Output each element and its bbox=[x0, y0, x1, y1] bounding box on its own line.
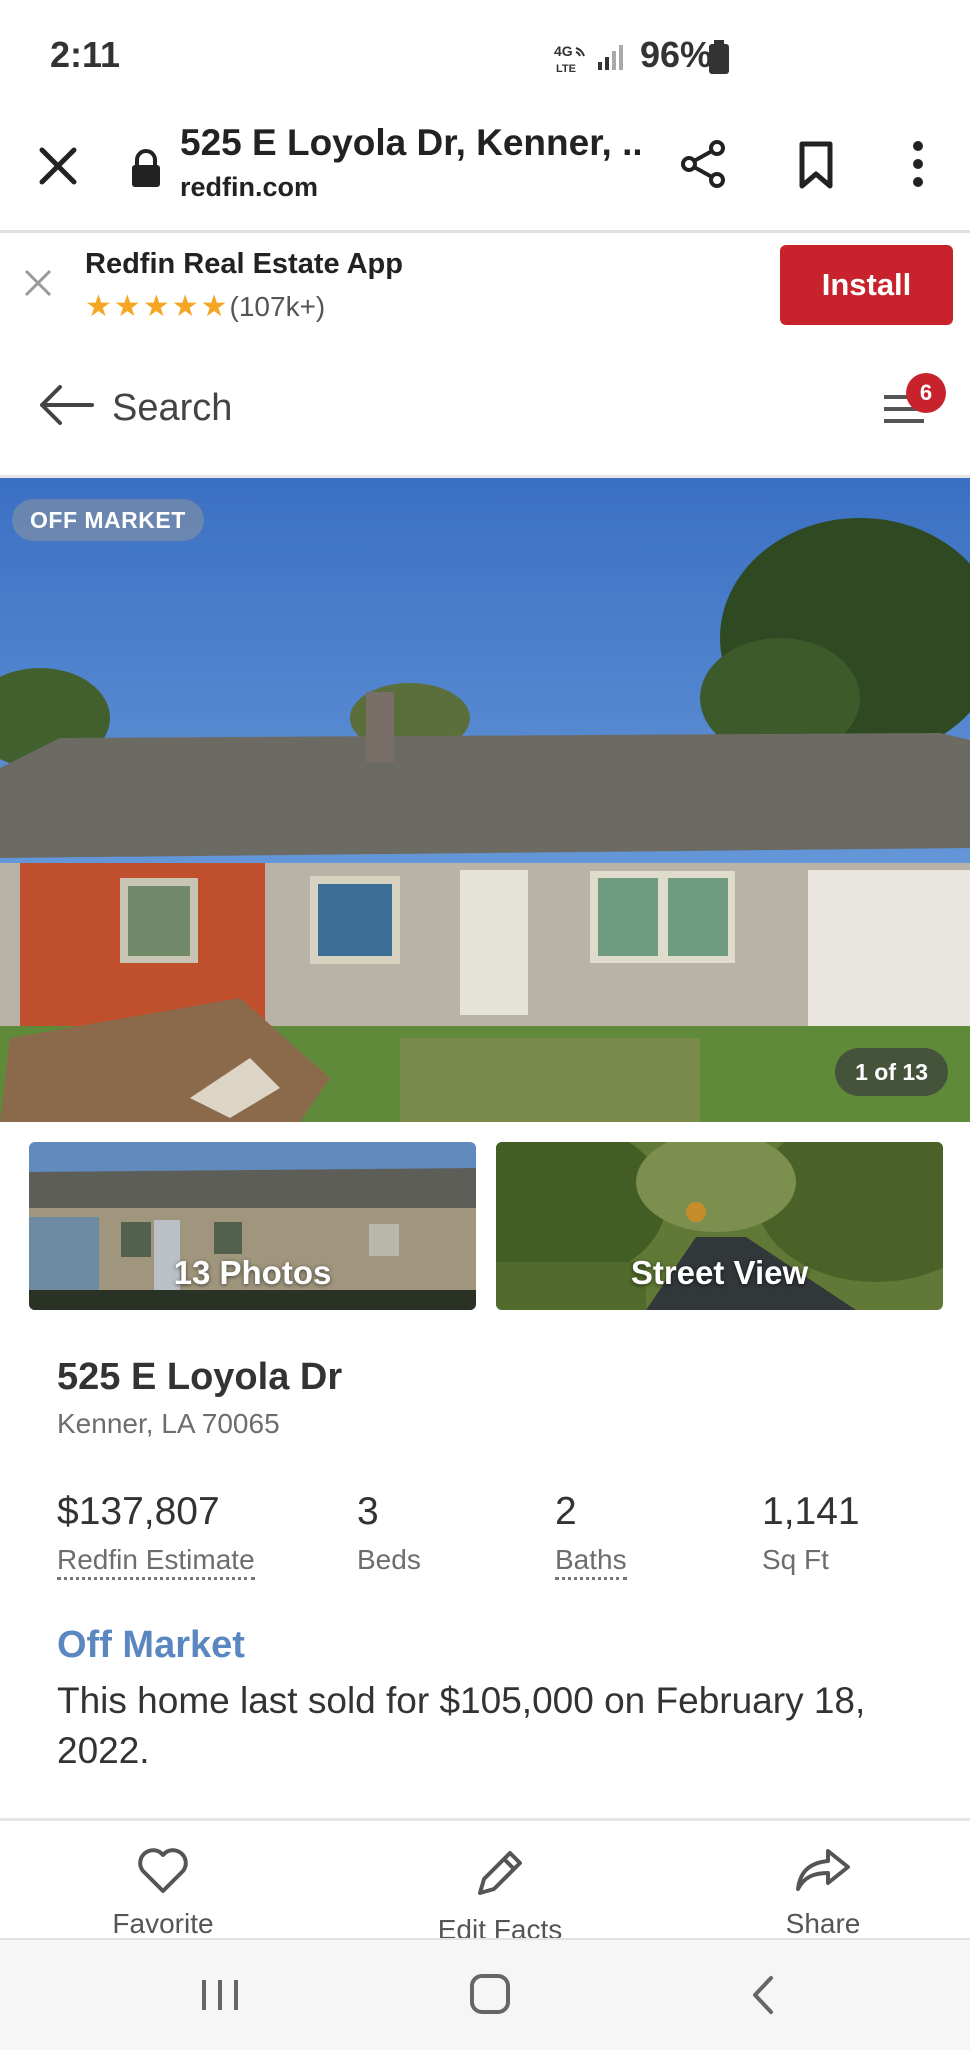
star-icon: ★ bbox=[113, 290, 141, 323]
favorite-button[interactable]: Favorite bbox=[63, 1845, 263, 1940]
browser-toolbar: 525 E Loyola Dr, Kenner, ... redfin.com bbox=[0, 108, 970, 233]
beds-value: 3 bbox=[357, 1490, 379, 1533]
battery-percent: 96% bbox=[640, 34, 713, 75]
app-install-banner: Redfin Real Estate App ★ ★ ★ ★ ★ (107k+)… bbox=[0, 233, 970, 335]
sqft-value: 1,141 bbox=[762, 1490, 860, 1533]
lock-icon bbox=[128, 148, 164, 188]
page-domain[interactable]: redfin.com bbox=[180, 172, 318, 203]
star-icon: ★ bbox=[85, 290, 112, 323]
house-photo bbox=[0, 478, 970, 1122]
listing-status-description: This home last sold for $105,000 on Febr… bbox=[57, 1680, 866, 1771]
search-nav: Search 6 bbox=[0, 345, 970, 478]
more-options-icon[interactable] bbox=[900, 136, 936, 192]
app-rating: ★ ★ ★ ★ ★ (107k+) bbox=[85, 289, 325, 324]
lte-icon: 4G LTE bbox=[552, 42, 590, 81]
photos-thumbnail[interactable]: 13 Photos bbox=[29, 1142, 476, 1310]
install-button[interactable]: Install bbox=[780, 245, 953, 325]
battery-icon bbox=[708, 40, 730, 79]
menu-notification-badge: 6 bbox=[906, 373, 946, 413]
back-arrow-icon[interactable] bbox=[36, 383, 96, 427]
estimate-value: $137,807 bbox=[57, 1490, 220, 1533]
dismiss-banner-icon[interactable] bbox=[20, 265, 56, 301]
baths-value: 2 bbox=[555, 1490, 577, 1533]
signal-icon bbox=[596, 42, 626, 77]
status-time: 2:11 bbox=[50, 34, 121, 75]
action-bar: Favorite Edit Facts Share bbox=[0, 1818, 970, 1941]
baths-label[interactable]: Baths bbox=[555, 1544, 627, 1580]
app-name: Redfin Real Estate App bbox=[85, 248, 403, 280]
property-city: Kenner, LA 70065 bbox=[57, 1408, 280, 1439]
edit-facts-button[interactable]: Edit Facts bbox=[400, 1845, 600, 1941]
recent-apps-icon[interactable] bbox=[190, 1970, 250, 2020]
share-button[interactable]: Share bbox=[723, 1845, 923, 1940]
property-address: 525 E Loyola Dr bbox=[57, 1356, 343, 1398]
estimate-label-text[interactable]: Redfin Estimate bbox=[57, 1544, 255, 1580]
favorite-label: Favorite bbox=[112, 1908, 214, 1939]
listing-status: Off Market bbox=[57, 1624, 245, 1666]
edit-facts-label: Edit Facts bbox=[437, 1914, 563, 1941]
pencil-icon bbox=[478, 1851, 522, 1895]
sqft-label: Sq Ft bbox=[762, 1544, 829, 1575]
hero-photo[interactable]: OFF MARKET 1 of 13 bbox=[0, 478, 970, 1122]
estimate-label[interactable]: Redfin Estimate bbox=[57, 1544, 255, 1580]
heart-icon bbox=[138, 1848, 188, 1893]
bookmark-icon[interactable] bbox=[788, 136, 844, 192]
photo-counter: 1 of 13 bbox=[835, 1048, 948, 1096]
beds-label: Beds bbox=[357, 1544, 421, 1575]
status-bar: 2:11 4G LTE 96% bbox=[0, 0, 970, 108]
star-icon: ★ bbox=[142, 290, 170, 323]
photos-thumbnail-label: 13 Photos bbox=[173, 1254, 332, 1291]
share-icon[interactable] bbox=[675, 136, 731, 192]
search-link[interactable]: Search bbox=[112, 387, 232, 430]
close-icon[interactable] bbox=[30, 138, 86, 194]
home-icon[interactable] bbox=[460, 1970, 520, 2020]
page-title[interactable]: 525 E Loyola Dr, Kenner, ... bbox=[180, 122, 640, 164]
system-nav-bar bbox=[0, 1938, 970, 2050]
system-back-icon[interactable] bbox=[735, 1970, 795, 2020]
star-icon: ★ bbox=[171, 290, 199, 323]
share-arrow-icon bbox=[796, 1849, 850, 1891]
star-icon: ★ bbox=[200, 290, 228, 323]
svg-text:4G: 4G bbox=[554, 43, 573, 59]
share-label: Share bbox=[785, 1908, 861, 1939]
svg-text:LTE: LTE bbox=[556, 63, 576, 75]
street-view-thumbnail[interactable]: Street View bbox=[496, 1142, 943, 1310]
baths-label-text[interactable]: Baths bbox=[555, 1544, 627, 1580]
rating-count: (107k+) bbox=[229, 290, 326, 322]
street-view-label: Street View bbox=[630, 1254, 809, 1291]
off-market-badge: OFF MARKET bbox=[12, 499, 204, 541]
